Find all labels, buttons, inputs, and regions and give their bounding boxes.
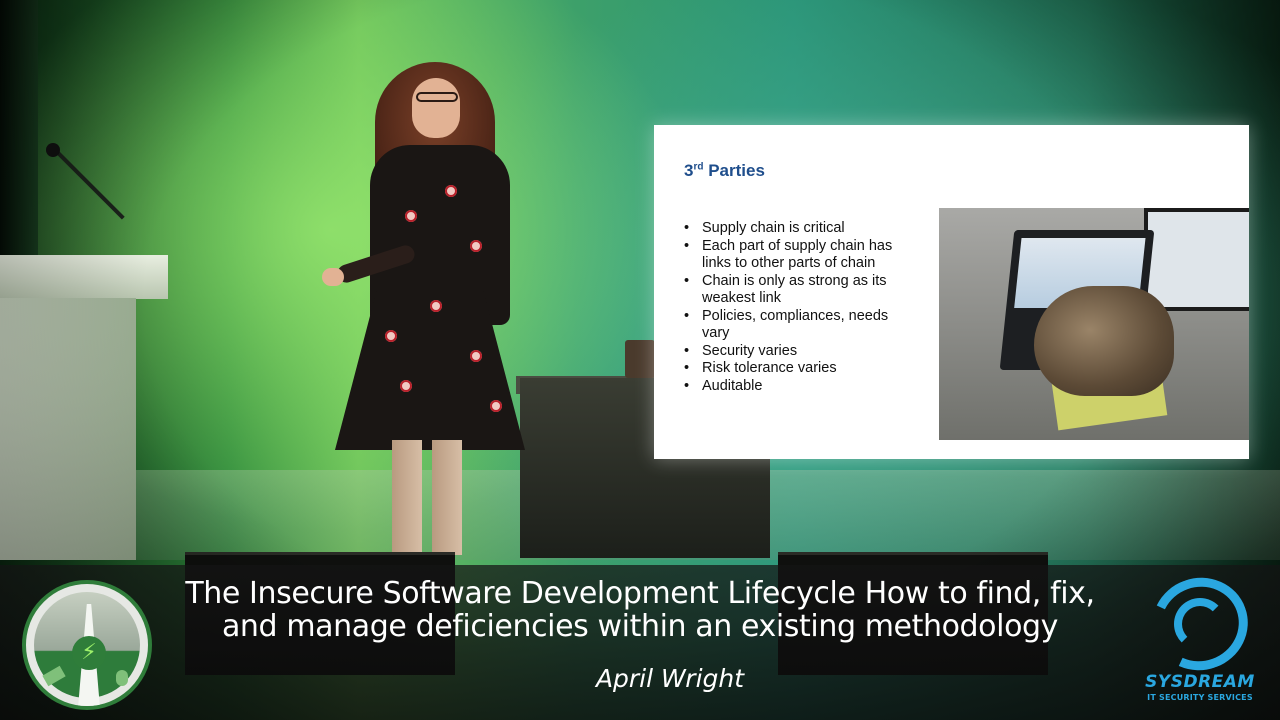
- cat-on-laptop-photo: [939, 208, 1249, 440]
- sysdream-tagline: IT SECURITY SERVICES: [1147, 693, 1253, 702]
- keyboard-icon: [42, 665, 66, 687]
- talk-title-line-1: The Insecure Software Development Lifecy…: [185, 576, 1095, 611]
- photo-monitor: [1144, 208, 1249, 311]
- slide-bullet-list: Supply chain is critical Each part of su…: [684, 220, 904, 395]
- slide-title: 3rd Parties: [684, 161, 765, 180]
- sysdream-logo: SYSDREAM IT SECURITY SERVICES: [1139, 564, 1261, 708]
- slide-bullet: Policies, compliances, needs vary: [684, 308, 904, 343]
- badge-inner: ⚡: [34, 592, 140, 706]
- talk-title-line-2: and manage deficiencies within an existi…: [221, 609, 1059, 644]
- slide-bullet: Each part of supply chain has links to o…: [684, 238, 904, 273]
- talk-title: The Insecure Software Development Lifecy…: [150, 577, 1130, 643]
- slide-bullet: Auditable: [684, 378, 904, 396]
- photo-cat: [1034, 286, 1174, 396]
- mouse-icon: [116, 670, 128, 686]
- conference-badge-logo: ⚡: [22, 580, 152, 710]
- slide-bullet: Supply chain is critical: [684, 220, 904, 238]
- slide-bullet: Chain is only as strong as its weakest l…: [684, 273, 904, 308]
- slide-bullet: Security varies: [684, 343, 904, 361]
- sysdream-name: SYSDREAM: [1145, 672, 1255, 692]
- lightning-bolt-icon: ⚡: [72, 636, 106, 670]
- sysdream-swirl-inner: [1174, 598, 1226, 650]
- slide-bullet: Risk tolerance varies: [684, 360, 904, 378]
- speaker-name: April Wright: [595, 664, 745, 693]
- projected-slide: 3rd Parties Supply chain is critical Eac…: [654, 125, 1249, 459]
